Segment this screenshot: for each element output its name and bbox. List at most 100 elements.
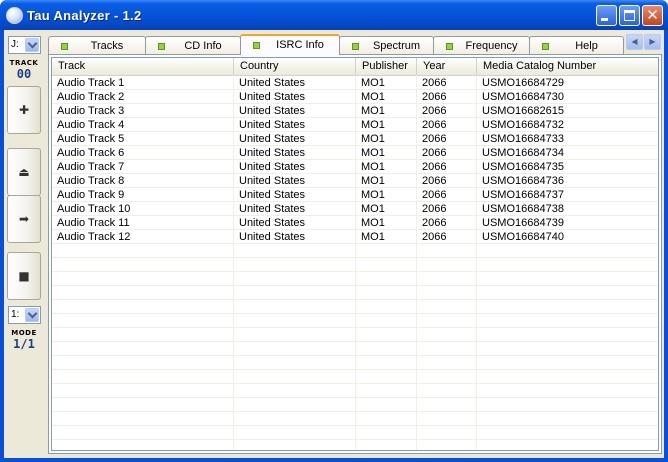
table-row[interactable]: Audio Track 6 United States MO1 2066 USMO166… [52,146,658,160]
table-cell: 2066 [422,231,447,243]
table-cell: United States [239,161,306,173]
table-cell: Audio Track 8 [57,175,125,187]
tab-scroll-right-button[interactable]: ▶ [644,34,661,50]
drive-dropdown-button[interactable] [25,38,39,52]
table-row[interactable]: Audio Track 11 United States MO1 2066 USMO16… [52,216,658,230]
maximize-icon [624,10,635,21]
tab-cd-info[interactable]: CD Info [145,36,241,54]
title-bar[interactable]: Tau Analyzer - 1.2 ✕ [0,0,668,30]
table-row[interactable]: Audio Track 3 United States MO1 2066 USMO166… [52,104,658,118]
add-button[interactable]: ✚ [7,86,41,134]
table-cell: United States [239,119,306,131]
left-control-panel: J: TRACK 00 ✚ ⏏ ➡ ■ 1: MODE 1/1 [4,30,44,458]
row-divider [52,313,658,314]
maximize-button[interactable] [619,5,640,26]
column-header[interactable]: Track [52,58,234,75]
table-cell: 2066 [422,189,447,201]
status-led-icon [158,43,165,50]
table-cell: Audio Track 3 [57,105,125,117]
table-row[interactable]: Audio Track 4 United States MO1 2066 USMO166… [52,118,658,132]
tab-label: Tracks [90,40,124,52]
row-divider [52,299,658,300]
chevron-down-icon [27,308,38,319]
drive-select-value: J: [11,39,19,50]
table-cell: MO1 [361,203,385,215]
table-cell: Audio Track 7 [57,161,125,173]
mode-dropdown-button[interactable] [25,308,39,322]
arrow-right-icon: ➡ [18,212,30,226]
table-cell: United States [239,133,306,145]
plus-icon: ✚ [18,103,30,117]
table-row[interactable]: Audio Track 5 United States MO1 2066 USMO166… [52,132,658,146]
table-row[interactable]: Audio Track 2 United States MO1 2066 USMO166… [52,90,658,104]
table-cell: United States [239,175,306,187]
table-row[interactable]: Audio Track 8 United States MO1 2066 USMO166… [52,174,658,188]
column-header[interactable]: Year [417,58,477,75]
chevron-down-icon [27,38,38,49]
next-button[interactable]: ➡ [7,195,41,243]
table-cell: United States [239,105,306,117]
table-cell: 2066 [422,175,447,187]
arrow-left-icon: ◀ [631,37,638,46]
table-cell: United States [239,189,306,201]
table-cell: Audio Track 12 [57,231,131,243]
row-divider [52,411,658,412]
stop-button[interactable]: ■ [7,252,41,300]
table-cell: MO1 [361,147,385,159]
tab-help[interactable]: Help [529,36,624,54]
tab-frequency[interactable]: Frequency [433,36,530,54]
tab-spectrum[interactable]: Spectrum [339,36,434,54]
row-divider [52,439,658,440]
stop-icon: ■ [18,269,30,283]
close-button[interactable]: ✕ [642,5,663,26]
drive-select[interactable]: J: [8,36,41,54]
table-cell: 2066 [422,105,447,117]
tab-isrc-info[interactable]: ISRC Info [240,34,340,55]
minimize-button[interactable] [596,5,617,26]
mode-select-value: 1: [11,309,20,320]
table-cell: MO1 [361,77,385,89]
table-cell: USMO16684737 [482,189,564,201]
arrow-right-icon: ▶ [649,37,656,46]
table-cell: USMO16684735 [482,161,564,173]
table-cell: 2066 [422,91,447,103]
row-divider [52,285,658,286]
tab-label: ISRC Info [276,39,324,51]
tab-label: Spectrum [372,40,421,52]
row-divider [52,397,658,398]
tab-label: CD Info [184,40,222,52]
app-icon[interactable] [6,7,23,24]
table-cell: MO1 [361,119,385,131]
column-header[interactable]: Media Catalog Number [477,58,658,75]
table-cell: MO1 [361,175,385,187]
column-header[interactable]: Publisher [356,58,417,75]
table-cell: MO1 [361,217,385,229]
tab-strip: Tracks CD Info ISRC Info Spectrum Frequency H… [48,34,662,55]
table-row[interactable]: Audio Track 9 United States MO1 2066 USMO166… [52,188,658,202]
table-cell: USMO16684733 [482,133,564,145]
mode-select[interactable]: 1: [8,306,41,324]
column-header[interactable]: Country [234,58,356,75]
tab-scroll-arrows: ◀ ▶ [626,34,662,50]
eject-button[interactable]: ⏏ [7,148,41,196]
table-cell: 2066 [422,203,447,215]
table-cell: USMO16684729 [482,77,564,89]
client-area: J: TRACK 00 ✚ ⏏ ➡ ■ 1: MODE 1/1 Tracks CD In… [4,30,664,458]
row-divider [52,271,658,272]
tab-scroll-left-button[interactable]: ◀ [626,34,643,50]
app-window: Tau Analyzer - 1.2 ✕ J: TRACK 00 ✚ ⏏ ➡ ■ 1:… [0,0,668,462]
track-counter: 00 [16,67,32,81]
table-cell: 2066 [422,77,447,89]
table-cell: MO1 [361,161,385,173]
table-cell: USMO16684736 [482,175,564,187]
table-row[interactable]: Audio Track 10 United States MO1 2066 USMO16… [52,202,658,216]
table-row[interactable]: Audio Track 7 United States MO1 2066 USMO166… [52,160,658,174]
tab-tracks[interactable]: Tracks [48,36,146,54]
isrc-list-view[interactable]: Track Country Publisher Year Media Catalog N… [51,57,659,451]
table-cell: United States [239,91,306,103]
table-row[interactable]: Audio Track 1 United States MO1 2066 USMO166… [52,76,658,90]
table-cell: USMO16684732 [482,119,564,131]
status-led-icon [253,42,260,49]
table-row[interactable]: Audio Track 12 United States MO1 2066 USMO16… [52,230,658,244]
mode-label: MODE [11,329,37,337]
